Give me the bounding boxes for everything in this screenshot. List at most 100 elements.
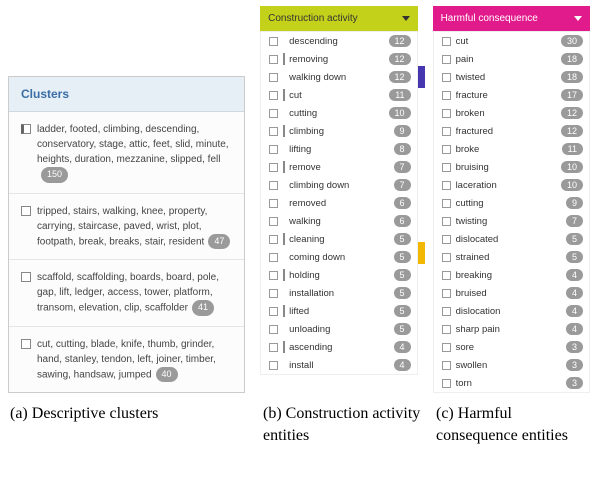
cluster-item[interactable]: scaffold, scaffolding, boards, board, po… bbox=[9, 260, 244, 327]
checkbox[interactable] bbox=[442, 307, 451, 316]
entity-row[interactable]: torn3 bbox=[434, 374, 589, 392]
checkbox[interactable] bbox=[269, 55, 278, 64]
entity-row[interactable]: strained5 bbox=[434, 248, 589, 266]
entity-row[interactable]: removing12 bbox=[261, 50, 416, 68]
checkbox[interactable] bbox=[269, 181, 278, 190]
entity-row[interactable]: sore3 bbox=[434, 338, 589, 356]
checkbox[interactable] bbox=[442, 127, 451, 136]
color-bar bbox=[283, 197, 285, 209]
checkbox[interactable] bbox=[269, 289, 278, 298]
entity-row[interactable]: descending12 bbox=[261, 32, 416, 50]
entity-row[interactable]: lifting8 bbox=[261, 140, 416, 158]
entity-row[interactable]: laceration10 bbox=[434, 176, 589, 194]
entity-row[interactable]: fractured12 bbox=[434, 122, 589, 140]
checkbox[interactable] bbox=[269, 271, 278, 280]
checkbox[interactable] bbox=[442, 253, 451, 262]
checkbox[interactable] bbox=[442, 361, 451, 370]
checkbox[interactable] bbox=[442, 217, 451, 226]
count-badge: 10 bbox=[561, 161, 583, 173]
checkbox[interactable] bbox=[442, 109, 451, 118]
checkbox[interactable] bbox=[442, 289, 451, 298]
entity-row[interactable]: cut11 bbox=[261, 86, 416, 104]
checkbox[interactable] bbox=[269, 217, 278, 226]
checkbox[interactable] bbox=[21, 339, 31, 349]
color-bar bbox=[283, 233, 285, 245]
entity-label: climbing down bbox=[289, 180, 389, 191]
entity-row[interactable]: broke11 bbox=[434, 140, 589, 158]
checkbox[interactable] bbox=[442, 163, 451, 172]
checkbox[interactable] bbox=[442, 181, 451, 190]
entity-row[interactable]: breaking4 bbox=[434, 266, 589, 284]
entity-row[interactable]: fracture17 bbox=[434, 86, 589, 104]
entity-row[interactable]: lifted5 bbox=[261, 302, 416, 320]
checkbox[interactable] bbox=[269, 253, 278, 262]
cluster-item[interactable]: ladder, footed, climbing, descending, co… bbox=[9, 112, 244, 194]
entity-row[interactable]: cleaning5 bbox=[261, 230, 416, 248]
entity-row[interactable]: holding5 bbox=[261, 266, 416, 284]
checkbox[interactable] bbox=[442, 325, 451, 334]
entity-row[interactable]: climbing down7 bbox=[261, 176, 416, 194]
entity-row[interactable]: cutting9 bbox=[434, 194, 589, 212]
checkbox[interactable] bbox=[269, 307, 278, 316]
entity-row[interactable]: bruising10 bbox=[434, 158, 589, 176]
entity-row[interactable]: remove7 bbox=[261, 158, 416, 176]
entity-row[interactable]: cutting10 bbox=[261, 104, 416, 122]
color-bar bbox=[283, 287, 285, 299]
entity-row[interactable]: dislocated5 bbox=[434, 230, 589, 248]
checkbox[interactable] bbox=[269, 91, 278, 100]
entity-row[interactable]: climbing9 bbox=[261, 122, 416, 140]
checkbox[interactable] bbox=[269, 325, 278, 334]
checkbox[interactable] bbox=[269, 199, 278, 208]
entity-row[interactable]: walking6 bbox=[261, 212, 416, 230]
count-badge: 12 bbox=[561, 125, 583, 137]
construction-dropdown[interactable]: Construction activity bbox=[260, 6, 417, 31]
chevron-down-icon bbox=[402, 16, 410, 21]
entity-row[interactable]: walking down12 bbox=[261, 68, 416, 86]
count-badge: 4 bbox=[566, 305, 583, 317]
entity-row[interactable]: pain18 bbox=[434, 50, 589, 68]
checkbox[interactable] bbox=[442, 73, 451, 82]
entity-row[interactable]: unloading5 bbox=[261, 320, 416, 338]
checkbox[interactable] bbox=[442, 199, 451, 208]
checkbox[interactable] bbox=[21, 272, 31, 282]
entity-row[interactable]: bruised4 bbox=[434, 284, 589, 302]
entity-row[interactable]: dislocation4 bbox=[434, 302, 589, 320]
checkbox[interactable] bbox=[21, 206, 31, 216]
entity-row[interactable]: twisted18 bbox=[434, 68, 589, 86]
entity-row[interactable]: installation5 bbox=[261, 284, 416, 302]
checkbox[interactable] bbox=[442, 37, 451, 46]
harmful-dropdown[interactable]: Harmful consequence bbox=[433, 6, 590, 31]
count-badge: 8 bbox=[394, 143, 411, 155]
entity-label: swollen bbox=[456, 360, 562, 371]
checkbox[interactable] bbox=[442, 271, 451, 280]
color-bar bbox=[283, 143, 285, 155]
checkbox[interactable] bbox=[269, 127, 278, 136]
cluster-item[interactable]: cut, cutting, blade, knife, thumb, grind… bbox=[9, 327, 244, 393]
checkbox[interactable] bbox=[442, 379, 451, 388]
checkbox[interactable] bbox=[442, 91, 451, 100]
checkbox[interactable] bbox=[269, 163, 278, 172]
checkbox[interactable] bbox=[21, 124, 31, 134]
entity-row[interactable]: removed6 bbox=[261, 194, 416, 212]
count-badge: 5 bbox=[394, 305, 411, 317]
checkbox[interactable] bbox=[269, 361, 278, 370]
checkbox[interactable] bbox=[269, 73, 278, 82]
entity-row[interactable]: broken12 bbox=[434, 104, 589, 122]
entity-row[interactable]: cut30 bbox=[434, 32, 589, 50]
checkbox[interactable] bbox=[269, 37, 278, 46]
checkbox[interactable] bbox=[269, 343, 278, 352]
entity-row[interactable]: coming down5 bbox=[261, 248, 416, 266]
checkbox[interactable] bbox=[269, 235, 278, 244]
checkbox[interactable] bbox=[442, 343, 451, 352]
checkbox[interactable] bbox=[442, 55, 451, 64]
cluster-item[interactable]: tripped, stairs, walking, knee, property… bbox=[9, 194, 244, 261]
checkbox[interactable] bbox=[269, 145, 278, 154]
checkbox[interactable] bbox=[442, 235, 451, 244]
entity-row[interactable]: ascending4 bbox=[261, 338, 416, 356]
entity-row[interactable]: swollen3 bbox=[434, 356, 589, 374]
checkbox[interactable] bbox=[269, 109, 278, 118]
checkbox[interactable] bbox=[442, 145, 451, 154]
entity-row[interactable]: sharp pain4 bbox=[434, 320, 589, 338]
entity-row[interactable]: install4 bbox=[261, 356, 416, 374]
entity-row[interactable]: twisting7 bbox=[434, 212, 589, 230]
